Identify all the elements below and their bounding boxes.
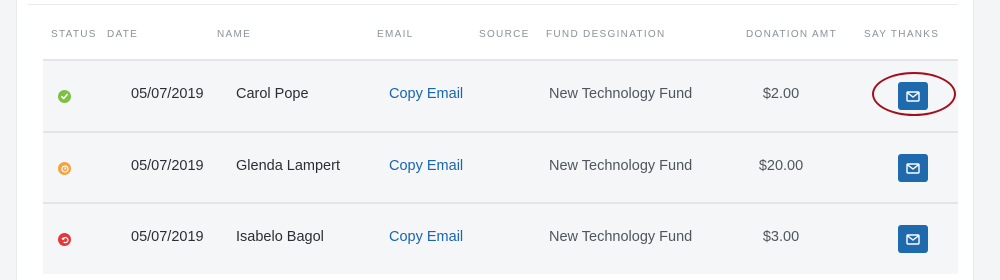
header-say-thanks: SAY THANKS bbox=[864, 29, 940, 40]
copy-email-link[interactable]: Copy Email bbox=[389, 158, 463, 174]
fund-designation: New Technology Fund bbox=[549, 86, 693, 102]
copy-email-link[interactable]: Copy Email bbox=[389, 86, 463, 102]
donor-name: Carol Pope bbox=[236, 86, 309, 102]
table-row: 05/07/2019 Isabelo Bagol Copy Email New … bbox=[43, 202, 958, 274]
fund-designation: New Technology Fund bbox=[549, 229, 693, 245]
envelope-icon bbox=[906, 90, 920, 102]
donation-amount: $20.00 bbox=[758, 158, 804, 174]
header-date: DATE bbox=[107, 29, 139, 40]
header-email: EMAIL bbox=[377, 29, 414, 40]
say-thanks-button[interactable] bbox=[898, 154, 928, 182]
header-fund: FUND DESGINATION bbox=[546, 29, 666, 40]
donation-amount: $2.00 bbox=[762, 86, 800, 102]
table-row: 05/07/2019 Glenda Lampert Copy Email New… bbox=[43, 131, 958, 203]
clock-circle-icon bbox=[58, 162, 71, 175]
envelope-icon bbox=[906, 233, 920, 245]
table-row: 05/07/2019 Carol Pope Copy Email New Tec… bbox=[43, 59, 958, 131]
check-circle-icon bbox=[58, 90, 71, 103]
say-thanks-button[interactable] bbox=[898, 225, 928, 253]
donation-amount: $3.00 bbox=[762, 229, 800, 245]
header-status: STATUS bbox=[51, 29, 97, 40]
header-amount: DONATION AMT bbox=[746, 29, 837, 40]
donor-name: Isabelo Bagol bbox=[236, 229, 324, 245]
donation-date: 05/07/2019 bbox=[131, 158, 204, 174]
fund-designation: New Technology Fund bbox=[549, 158, 693, 174]
donation-date: 05/07/2019 bbox=[131, 86, 204, 102]
envelope-icon bbox=[906, 162, 920, 174]
copy-email-link[interactable]: Copy Email bbox=[389, 229, 463, 245]
table-header: STATUS DATE NAME EMAIL SOURCE FUND DESGI… bbox=[0, 0, 1000, 60]
header-source: SOURCE bbox=[479, 29, 530, 40]
donation-date: 05/07/2019 bbox=[131, 229, 204, 245]
refund-circle-icon bbox=[58, 233, 71, 246]
say-thanks-button[interactable] bbox=[898, 82, 928, 110]
donor-name: Glenda Lampert bbox=[236, 158, 340, 174]
header-name: NAME bbox=[217, 29, 252, 40]
